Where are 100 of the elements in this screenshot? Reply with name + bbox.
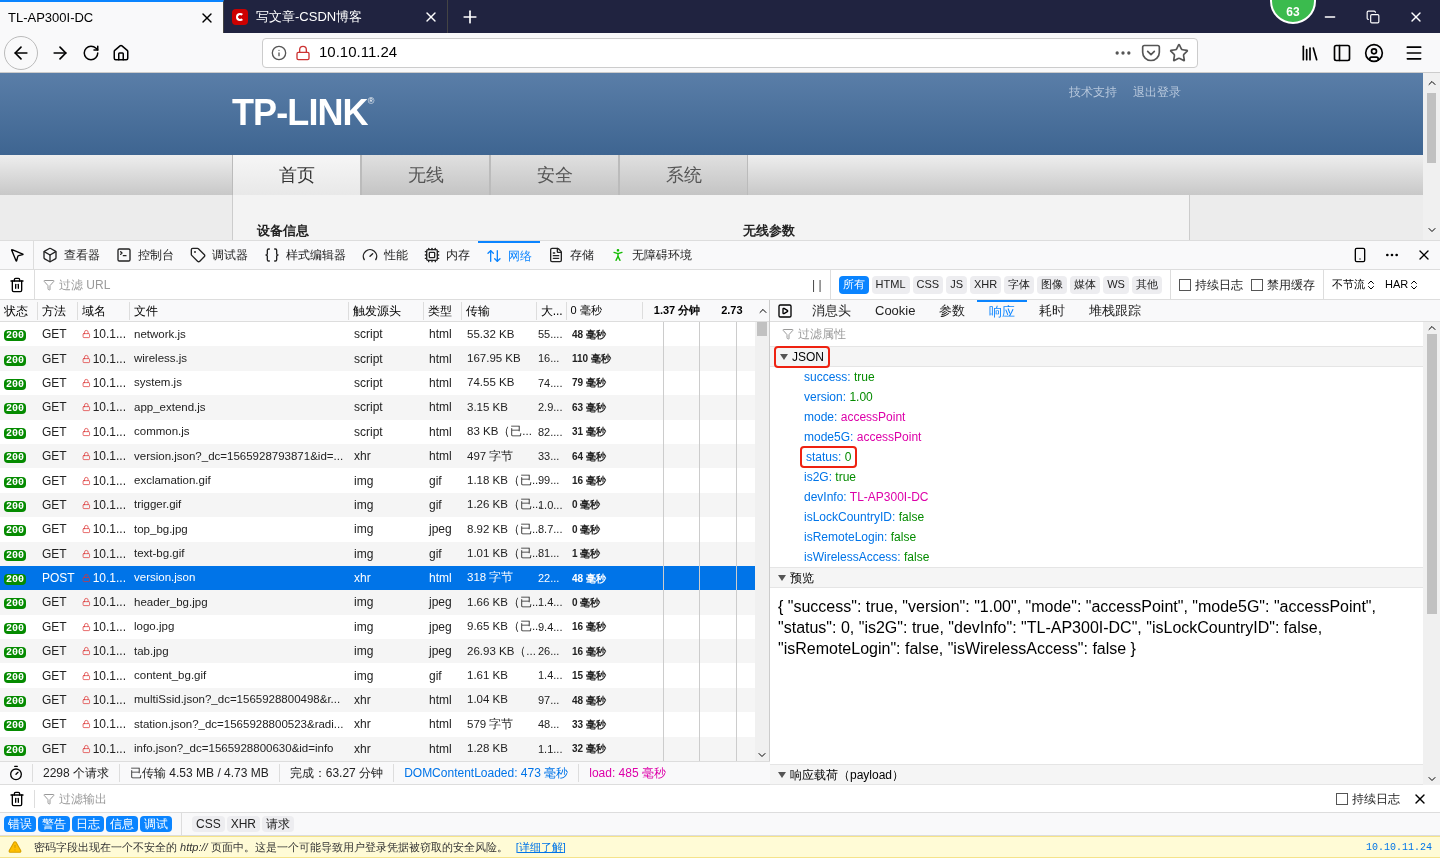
section-header[interactable]: JSON bbox=[774, 345, 830, 368]
log-level-filter[interactable]: 日志 bbox=[72, 816, 104, 832]
column-header[interactable]: 文件 bbox=[129, 301, 350, 320]
request-filter[interactable]: CSS bbox=[192, 816, 225, 832]
type-filter[interactable]: HTML bbox=[871, 275, 910, 294]
request-row[interactable]: 200 GET 10.1... header_bg.jpg img jpeg 1.66 KB（已...1.4... 0 毫秒 bbox=[0, 590, 755, 615]
select-dropdown[interactable]: 不节流 bbox=[1331, 276, 1377, 293]
pocket-icon[interactable] bbox=[1141, 42, 1161, 63]
restore-icon[interactable] bbox=[1366, 9, 1380, 24]
request-row[interactable]: 200 POST 10.1... version.json xhr html 318 字节 22... 48 毫秒 bbox=[0, 565, 755, 591]
disclosure-triangle-icon[interactable] bbox=[778, 573, 786, 582]
column-header[interactable]: 类型 bbox=[423, 301, 462, 320]
select-dropdown[interactable]: HAR bbox=[1384, 276, 1421, 293]
request-filter[interactable]: 请求 bbox=[262, 816, 295, 832]
log-level-filter[interactable]: 错误 bbox=[4, 816, 36, 832]
table-cell-text: 10.1... bbox=[92, 326, 126, 344]
scrollbar-thumb[interactable] bbox=[1426, 334, 1437, 614]
column-header[interactable]: 触发源头 bbox=[349, 301, 424, 320]
type-filter[interactable]: WS bbox=[1103, 275, 1129, 294]
request-filter[interactable]: XHR bbox=[226, 816, 261, 832]
column-header[interactable]: 0 毫秒 bbox=[566, 302, 644, 319]
nav-tab[interactable]: 系统 bbox=[619, 155, 748, 195]
scrollbar[interactable] bbox=[1423, 322, 1440, 785]
devtools-tab[interactable]: 无障碍环境 bbox=[602, 241, 700, 269]
table-cell-text: logo.jpg bbox=[133, 619, 176, 635]
details-tab[interactable]: 消息头 bbox=[800, 300, 863, 321]
bookmark-star-icon[interactable] bbox=[1169, 42, 1189, 63]
devtools-tab[interactable]: 调试器 bbox=[182, 241, 256, 269]
scrollbar[interactable] bbox=[755, 322, 769, 762]
table-cell-text: content_bg.gif bbox=[133, 668, 208, 684]
pause-button[interactable]: | | bbox=[804, 275, 830, 294]
nav-tab[interactable]: 首页 bbox=[232, 155, 361, 195]
details-tab[interactable]: Cookie bbox=[863, 300, 928, 321]
type-filter[interactable]: CSS bbox=[912, 275, 944, 294]
timer-icon[interactable] bbox=[8, 765, 24, 781]
log-level-filter[interactable]: 信息 bbox=[106, 816, 138, 832]
address-bar[interactable]: 10.10.11.24 bbox=[262, 37, 1198, 68]
type-filter[interactable]: 其他 bbox=[1131, 275, 1162, 294]
request-row[interactable]: 200 GET 10.1... version.json?_dc=1565928793871&id=... xhr html 497 字节 33... 64 毫秒 bbox=[0, 443, 755, 469]
info-icon[interactable] bbox=[271, 44, 287, 61]
disclosure-triangle-icon[interactable] bbox=[778, 770, 786, 779]
scrollbar[interactable] bbox=[1423, 73, 1440, 240]
devtools-tab[interactable]: 样式编辑器 bbox=[256, 241, 354, 269]
insecure-lock-icon[interactable] bbox=[295, 44, 311, 61]
log-level-filter[interactable]: 警告 bbox=[38, 816, 70, 832]
option-checkbox[interactable]: 持续日志 bbox=[1178, 275, 1243, 294]
devtools-tab[interactable]: 性能 bbox=[354, 241, 416, 269]
section-header[interactable]: 响应载荷（payload） bbox=[774, 765, 909, 784]
type-filter[interactable]: 媒体 bbox=[1070, 275, 1101, 294]
sidebar-icon[interactable] bbox=[1332, 42, 1352, 63]
table-cell-text: 318 字节 bbox=[466, 570, 515, 586]
learn-more-link[interactable]: [详细了解] bbox=[515, 838, 566, 856]
request-row[interactable]: 200 GET 10.1... tab.jpg img jpeg 26.93 KB（... 26... 16 毫秒 bbox=[0, 639, 755, 664]
option-checkbox[interactable]: 禁用缓存 bbox=[1250, 275, 1315, 294]
table-cell-text: 1.4... bbox=[538, 668, 564, 684]
source-link[interactable]: 10.10.11.24 bbox=[1366, 839, 1432, 855]
type-filter[interactable]: 图像 bbox=[1037, 275, 1068, 294]
devtools-tab[interactable]: 存储 bbox=[540, 241, 602, 269]
type-filter[interactable]: JS bbox=[946, 275, 967, 294]
section-header[interactable]: 预览 bbox=[774, 568, 818, 587]
column-header[interactable]: 状态 bbox=[0, 301, 38, 320]
table-cell-text: 32 毫秒 bbox=[571, 742, 607, 757]
persist-checkbox[interactable]: 持续日志 bbox=[1336, 789, 1400, 808]
column-header[interactable]: 传输 bbox=[461, 301, 537, 320]
log-level-filter[interactable]: 调试 bbox=[140, 816, 172, 832]
type-filter[interactable]: 字体 bbox=[1004, 275, 1035, 294]
scrollbar-thumb[interactable] bbox=[757, 322, 767, 336]
nav-tab[interactable]: 安全 bbox=[490, 155, 619, 195]
responsive-icon[interactable] bbox=[1352, 247, 1368, 263]
account-icon[interactable] bbox=[1364, 42, 1384, 63]
details-tab[interactable]: 堆栈跟踪 bbox=[1077, 300, 1154, 321]
browser-tab[interactable]: TL-AP300I-DC bbox=[0, 0, 224, 33]
clear-icon[interactable] bbox=[9, 790, 25, 807]
filter-icon bbox=[43, 278, 55, 291]
details-tab[interactable]: 耗时 bbox=[1027, 300, 1078, 321]
type-filter[interactable]: 所有 bbox=[838, 275, 869, 294]
column-header[interactable]: 大... bbox=[536, 301, 567, 320]
details-tab[interactable]: 响应 bbox=[977, 300, 1028, 321]
request-row[interactable]: 200 GET 10.1... trigger.gif img gif 1.26 KB（已...1.0... 0 毫秒 bbox=[0, 492, 755, 518]
clear-icon[interactable] bbox=[9, 276, 25, 293]
request-row[interactable]: 200 GET 10.1... wireless.js script html 167.95 KB 16... 110 毫秒 bbox=[0, 346, 755, 371]
devtools-tab[interactable]: 控制台 bbox=[108, 241, 182, 269]
devtools-tab[interactable]: 查看器 bbox=[34, 241, 108, 269]
toggle-panel-icon[interactable] bbox=[777, 302, 793, 319]
devtools-tab[interactable]: 内存 bbox=[416, 241, 478, 269]
nav-tab[interactable]: 无线 bbox=[361, 155, 490, 195]
details-tab[interactable]: 参数 bbox=[927, 300, 978, 321]
column-header[interactable]: 方法 bbox=[37, 301, 78, 320]
type-filter[interactable]: XHR bbox=[970, 275, 1002, 294]
picker-icon[interactable] bbox=[8, 247, 25, 263]
reload-icon[interactable] bbox=[82, 43, 100, 62]
home-icon[interactable] bbox=[112, 43, 130, 62]
request-row[interactable]: 200 GET 10.1... info.json?_dc=1565928800630&id=info xhr html 1.28 KB 1.1... 32 毫秒 bbox=[0, 736, 755, 762]
request-row[interactable]: 200 GET 10.1... multiSsid.json?_dc=1565928800498&r... xhr html 1.04 KB 97... 48 毫秒 bbox=[0, 687, 755, 713]
scrollbar-thumb[interactable] bbox=[1427, 93, 1436, 163]
table-cell-text: 33... bbox=[538, 448, 561, 464]
request-row[interactable]: 200 GET 10.1... text-bg.gif img gif 1.01 KB（已...81... 1 毫秒 bbox=[0, 541, 755, 566]
request-row[interactable]: 200 GET 10.1... app_extend.js script html 3.15 KB 2.9... 63 毫秒 bbox=[0, 395, 755, 420]
disclosure-triangle-icon[interactable] bbox=[780, 352, 788, 361]
column-header[interactable]: 域名 bbox=[77, 301, 130, 320]
